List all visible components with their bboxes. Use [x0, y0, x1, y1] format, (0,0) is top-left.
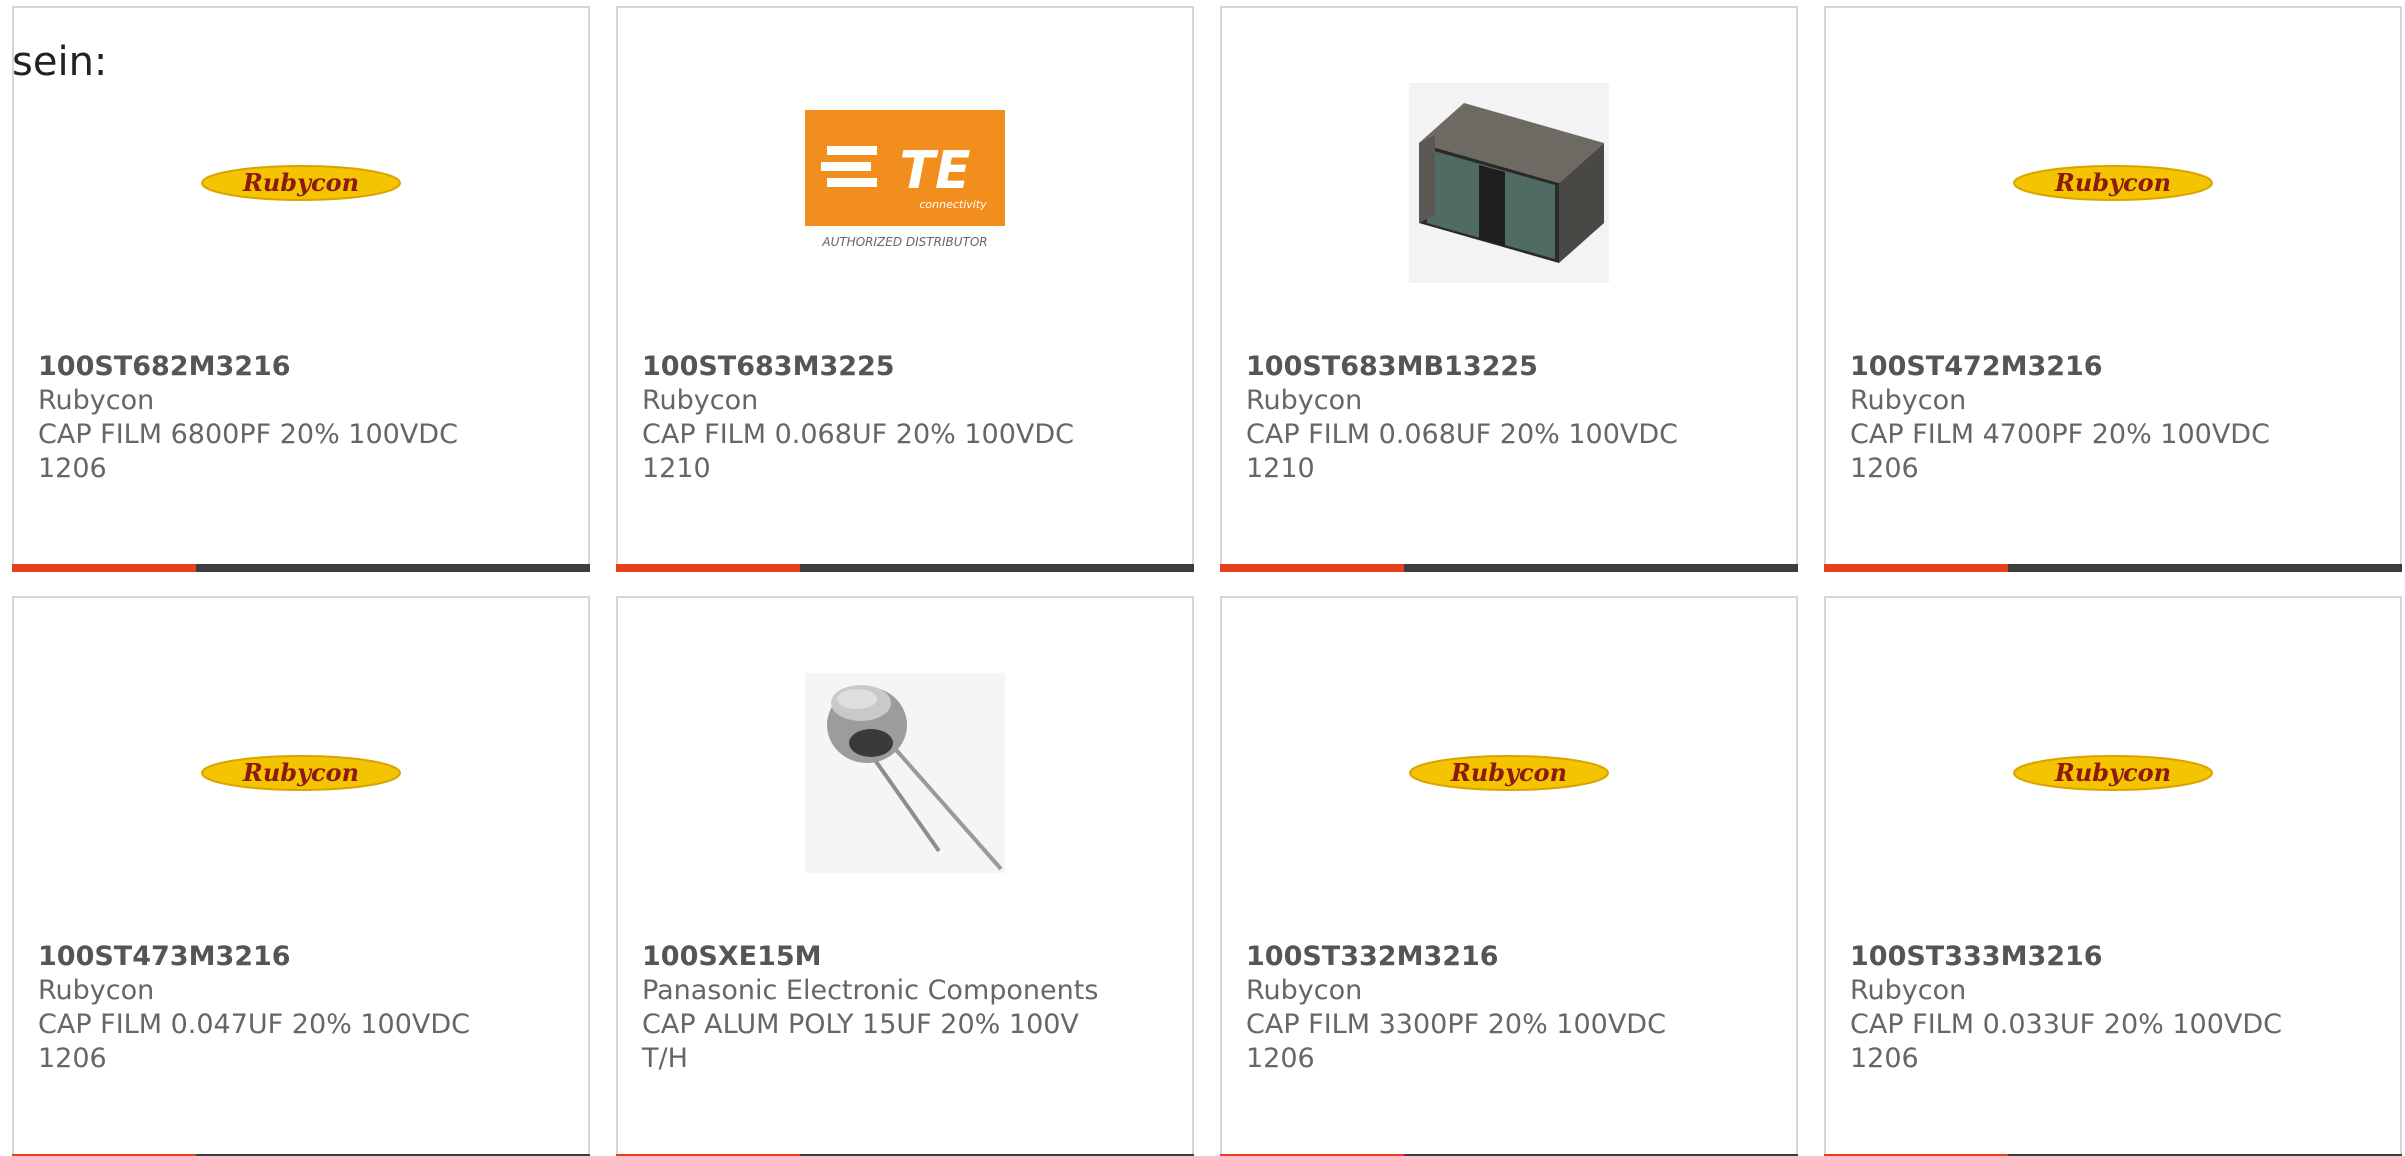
product-image[interactable]: Rubycon — [1826, 668, 2400, 878]
card-bar-rest — [2008, 564, 2402, 572]
product-manufacturer: Rubycon — [1850, 975, 1967, 1006]
product-info: 100ST333M3216 Rubycon CAP FILM 0.033UF 20%… — [1850, 940, 2380, 1076]
card-bottom-bar — [12, 564, 590, 572]
product-description: CAP FILM 3300PF 20% 100VDC — [1246, 1009, 1666, 1040]
product-part-number[interactable]: 100SXE15M — [642, 940, 1172, 974]
card-bar-rest — [800, 564, 1194, 572]
product-description: CAP FILM 4700PF 20% 100VDC — [1850, 419, 2270, 450]
product-card[interactable]: Rubycon 100ST682M3216 Rubycon CAP FILM 6800… — [12, 6, 590, 572]
product-card[interactable]: Rubycon 100ST332M3216 Rubycon CAP FILM 3300… — [1220, 596, 1798, 1156]
te-logo-caption: AUTHORIZED DISTRIBUTOR — [821, 235, 987, 249]
product-image[interactable]: Rubycon — [14, 78, 588, 288]
product-part-number[interactable]: 100ST472M3216 — [1850, 350, 2380, 384]
product-part-number[interactable]: 100ST333M3216 — [1850, 940, 2380, 974]
film-capacitor-photo — [1409, 83, 1609, 283]
card-bar-accent — [1220, 564, 1404, 572]
product-image[interactable]: TE connectivity AUTHORIZED DISTRIBUTOR — [618, 78, 1192, 288]
product-image[interactable]: Rubycon — [1222, 668, 1796, 878]
rubycon-logo: Rubycon — [201, 163, 401, 203]
product-info: 100SXE15M Panasonic Electronic Components… — [642, 940, 1172, 1076]
product-info: 100ST472M3216 Rubycon CAP FILM 4700PF 20% … — [1850, 350, 2380, 486]
product-part-number[interactable]: 100ST473M3216 — [38, 940, 568, 974]
te-logo-text: TE — [900, 141, 971, 201]
product-description: CAP FILM 0.068UF 20% 100VDC — [1246, 419, 1679, 450]
product-card[interactable]: Rubycon 100ST333M3216 Rubycon CAP FILM 0.03… — [1824, 596, 2402, 1156]
rubycon-logo-text: Rubycon — [2054, 758, 2171, 787]
card-bar-rest — [196, 564, 590, 572]
product-description: CAP FILM 0.068UF 20% 100VDC — [642, 419, 1075, 450]
card-bottom-bar — [616, 564, 1194, 572]
product-manufacturer: Rubycon — [1246, 385, 1363, 416]
card-bar-rest — [1404, 564, 1798, 572]
te-logo-subtext: connectivity — [919, 198, 987, 211]
product-card[interactable]: Rubycon 100ST473M3216 Rubycon CAP FILM 0.04… — [12, 596, 590, 1156]
intro-text: sein: — [12, 39, 108, 85]
product-info: 100ST332M3216 Rubycon CAP FILM 3300PF 20% … — [1246, 940, 1776, 1076]
product-card[interactable]: Rubycon 100ST472M3216 Rubycon CAP FILM 4700… — [1824, 6, 2402, 572]
product-part-number[interactable]: 100ST683MB13225 — [1246, 350, 1776, 384]
product-manufacturer: Rubycon — [1246, 975, 1363, 1006]
product-package: 1206 — [1850, 453, 1919, 484]
rubycon-logo: Rubycon — [2013, 753, 2213, 793]
product-description: CAP FILM 0.047UF 20% 100VDC — [38, 1009, 471, 1040]
product-part-number[interactable]: 100ST683M3225 — [642, 350, 1172, 384]
product-manufacturer: Rubycon — [38, 385, 155, 416]
rubycon-logo-text: Rubycon — [242, 758, 359, 787]
product-manufacturer: Rubycon — [1850, 385, 1967, 416]
product-image[interactable]: Rubycon — [1826, 78, 2400, 288]
product-image[interactable] — [1222, 78, 1796, 288]
product-card[interactable]: 100ST683MB13225 Rubycon CAP FILM 0.068UF 2… — [1220, 6, 1798, 572]
product-image[interactable] — [618, 668, 1192, 878]
radial-capacitor-photo — [805, 673, 1005, 873]
product-part-number[interactable]: 100ST682M3216 — [38, 350, 568, 384]
card-bar-accent — [1824, 564, 2008, 572]
product-package: T/H — [642, 1043, 688, 1074]
product-package: 1206 — [1246, 1043, 1315, 1074]
product-image[interactable]: Rubycon — [14, 668, 588, 878]
product-manufacturer: Panasonic Electronic Components — [642, 975, 1099, 1006]
product-package: 1210 — [1246, 453, 1315, 484]
rubycon-logo-text: Rubycon — [242, 168, 359, 197]
card-bottom-bar — [1220, 564, 1798, 572]
product-description: CAP ALUM POLY 15UF 20% 100V — [642, 1009, 1079, 1040]
product-package: 1210 — [642, 453, 711, 484]
card-bar-accent — [12, 564, 196, 572]
product-manufacturer: Rubycon — [642, 385, 759, 416]
rubycon-logo-text: Rubycon — [1450, 758, 1567, 787]
product-card[interactable]: TE connectivity AUTHORIZED DISTRIBUTOR 100S… — [616, 6, 1194, 572]
product-package: 1206 — [38, 453, 107, 484]
product-part-number[interactable]: 100ST332M3216 — [1246, 940, 1776, 974]
rubycon-logo: Rubycon — [201, 753, 401, 793]
product-info: 100ST473M3216 Rubycon CAP FILM 0.047UF 20%… — [38, 940, 568, 1076]
product-description: CAP FILM 6800PF 20% 100VDC — [38, 419, 458, 450]
product-info: 100ST683MB13225 Rubycon CAP FILM 0.068UF 2… — [1246, 350, 1776, 486]
rubycon-logo-text: Rubycon — [2054, 168, 2171, 197]
product-package: 1206 — [1850, 1043, 1919, 1074]
te-authorized-distributor-logo: TE connectivity AUTHORIZED DISTRIBUTOR — [803, 108, 1007, 258]
product-info: 100ST682M3216 Rubycon CAP FILM 6800PF 20% … — [38, 350, 568, 486]
product-manufacturer: Rubycon — [38, 975, 155, 1006]
card-bottom-bar — [1824, 564, 2402, 572]
product-description: CAP FILM 0.033UF 20% 100VDC — [1850, 1009, 2283, 1040]
product-info: 100ST683M3225 Rubycon CAP FILM 0.068UF 20%… — [642, 350, 1172, 486]
rubycon-logo: Rubycon — [1409, 753, 1609, 793]
product-card[interactable]: 100SXE15M Panasonic Electronic Components… — [616, 596, 1194, 1156]
product-grid-page: sein: Rubycon 100ST682M3216 Rubycon CAP FIL… — [0, 0, 2405, 1156]
rubycon-logo: Rubycon — [2013, 163, 2213, 203]
card-bar-accent — [616, 564, 800, 572]
product-package: 1206 — [38, 1043, 107, 1074]
